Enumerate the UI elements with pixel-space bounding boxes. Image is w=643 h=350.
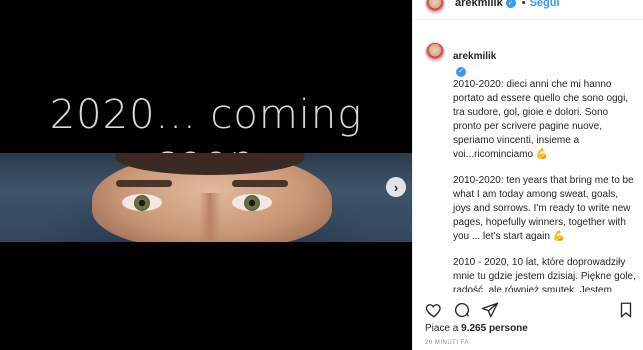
post-timestamp[interactable]: 20 MINUTI FA (425, 340, 469, 346)
right-brow (232, 180, 288, 187)
verified-badge-icon: ✓ (456, 67, 466, 77)
caption: arekmilik ✓ 2010-2020: dieci anni che mi… (453, 36, 638, 292)
header-username[interactable]: arekmilik (455, 0, 503, 9)
post-media[interactable]: 2020... coming soon › (0, 0, 412, 350)
left-brow (116, 180, 172, 187)
comment-icon[interactable] (453, 301, 471, 319)
likes-number[interactable]: 9.265 persone (461, 323, 528, 334)
action-bar (425, 300, 635, 320)
post-header: arekmilik ✓ • Segui (413, 0, 643, 20)
likes-count[interactable]: Piace a 9.265 persone (425, 323, 528, 334)
caption-paragraph-italian: 2010-2020: dieci anni che mi hanno porta… (453, 79, 629, 160)
caption-username[interactable]: arekmilik (453, 51, 496, 62)
caption-scroll-area[interactable]: arekmilik ✓ 2010-2020: dieci anni che mi… (413, 36, 643, 292)
chevron-right-icon[interactable]: › (386, 177, 406, 197)
caption-paragraph-english: 2010-2020: ten years that bring me to be… (453, 175, 634, 242)
left-eye (122, 194, 162, 211)
bookmark-icon[interactable] (617, 301, 635, 319)
caption-avatar[interactable] (425, 42, 445, 62)
verified-badge-icon: ✓ (505, 0, 516, 8)
follow-button[interactable]: Segui (530, 0, 560, 9)
post-side-panel: arekmilik ✓ • Segui arekmilik ✓ 2010-202… (412, 0, 643, 350)
instagram-post: 2020... coming soon › arekmilik ✓ • Segu… (0, 0, 643, 350)
caption-paragraph-polish: 2010 - 2020, 10 lat, które doprowadziły … (453, 257, 636, 292)
share-icon[interactable] (481, 301, 499, 319)
right-eye (232, 194, 272, 211)
likes-prefix: Piace a (425, 323, 462, 334)
heart-icon[interactable] (425, 301, 443, 319)
header-separator: • (521, 0, 526, 9)
nose (199, 193, 221, 242)
avatar[interactable] (425, 0, 445, 14)
player-face-image (0, 153, 412, 242)
